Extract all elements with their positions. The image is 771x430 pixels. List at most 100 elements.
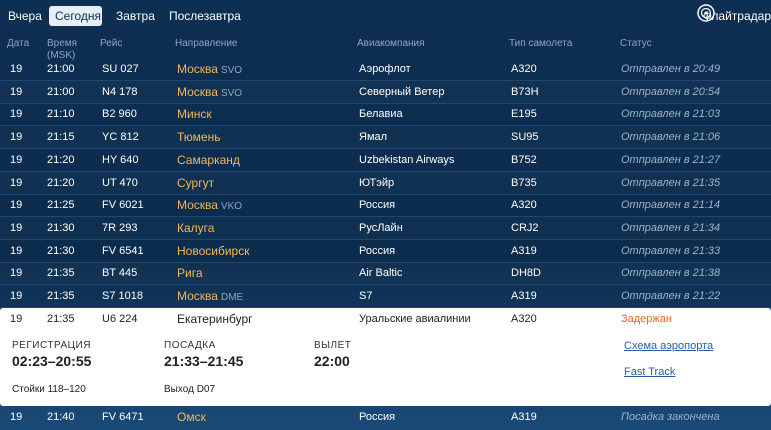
col-date: Дата	[7, 38, 30, 49]
flight-destination: Новосибирск	[177, 244, 249, 258]
flight-aircraft: A320	[511, 199, 537, 212]
tab-tomorrow[interactable]: Завтра	[110, 6, 161, 26]
flight-aircraft: A320	[511, 63, 537, 75]
flight-destination: Москва SVO	[177, 85, 243, 100]
flight-date: 19	[10, 267, 23, 280]
destination-city: Москва	[177, 198, 218, 213]
flight-date: 19	[10, 199, 23, 212]
flight-status: Отправлен в 21:34	[621, 221, 721, 234]
flight-airline: Россия	[359, 244, 396, 257]
table-row[interactable]: 19 21:15 YC 812 Тюмень Ямал SU95 Отправлен в 2…	[0, 126, 771, 150]
flight-date: 19	[10, 131, 23, 144]
flight-status: Отправлен в 21:06	[621, 131, 721, 144]
fast-track-link[interactable]: Fast Track	[624, 366, 675, 378]
flight-airline: ЮТэйр	[359, 176, 395, 189]
flight-status: Отправлен в 21:22	[621, 290, 721, 302]
expanded-flight-row[interactable]: 19 21:35 U6 224 Екатеринбург Уральские а…	[0, 308, 771, 406]
flight-aircraft: CRJ2	[511, 221, 539, 234]
flight-number: UT 470	[102, 176, 138, 189]
flight-destination: Рига	[177, 267, 203, 280]
flight-destination: Калуга	[177, 220, 215, 235]
flight-destination: Москва SVO	[177, 63, 242, 77]
col-airline: Авиакомпания	[357, 38, 425, 49]
destination-airport: SVO	[220, 87, 243, 99]
table-row[interactable]: 19 21:30 7R 293 Калуга РусЛайн CRJ2 Отправлен …	[0, 217, 771, 240]
flight-aircraft: E195	[511, 108, 537, 121]
col-status: Статус	[620, 38, 652, 49]
flight-number: S7 1018	[102, 290, 143, 302]
destination-city: Сургут	[177, 175, 215, 190]
flight-status: Отправлен в 20:49	[621, 63, 721, 75]
table-row[interactable]: 19 21:20 UT 470 Сургут ЮТэйр B735 Отправлен в …	[0, 172, 771, 195]
flight-number: U6 224	[102, 313, 138, 325]
flight-date: 19	[10, 244, 23, 257]
table-row[interactable]: 19 21:25 FV 6021 Москва VKO Россия A320 Отправл…	[0, 194, 771, 218]
flight-time: 21:15	[47, 131, 75, 144]
flight-number: SU 027	[102, 63, 139, 75]
flight-number: FV 6471	[102, 411, 144, 423]
flight-number: N4 178	[102, 85, 138, 98]
flight-time: 21:35	[47, 290, 75, 302]
flight-airline: Аэрофлот	[359, 63, 411, 75]
flight-status: Отправлен в 21:03	[621, 108, 721, 121]
table-row[interactable]: 19 21:10 B2 960 Минск Белавиа E195 Отправлен в…	[0, 103, 771, 127]
flight-aircraft: B752	[511, 153, 537, 166]
flight-status: Отправлен в 20:54	[621, 85, 721, 98]
flight-time: 21:25	[47, 199, 75, 212]
flight-airline: Северный Ветер	[359, 85, 445, 98]
flight-destination: Омск	[177, 410, 206, 424]
flight-aircraft: A319	[511, 244, 537, 257]
flight-destination: Москва DME	[177, 290, 243, 304]
table-row[interactable]: 19 21:00 N4 178 Москва SVO Северный Ветер B73H…	[0, 81, 771, 104]
flight-status: Отправлен в 21:14	[621, 199, 721, 212]
tab-day-after-tomorrow[interactable]: Послезавтра	[163, 6, 247, 26]
table-row[interactable]: 19 21:20 HY 640 Самарканд Uzbekistan Airways…	[0, 149, 771, 172]
tab-yesterday[interactable]: Вчера	[2, 6, 48, 26]
flight-airline: Россия	[359, 411, 396, 423]
flight-number: B2 960	[102, 108, 137, 121]
destination-airport: DME	[220, 292, 244, 303]
flight-aircraft: DH8D	[511, 267, 541, 280]
flight-number: YC 812	[102, 131, 139, 144]
table-row[interactable]: 19 21:35 BT 445 Рига Air Baltic DH8D Отправлен…	[0, 262, 771, 286]
table-row[interactable]: 19 21:35 S7 1018 Москва DME S7 A319 Отправлен в…	[0, 285, 771, 308]
flightradar-link[interactable]: Флайтрадар	[703, 6, 771, 26]
flight-time: 21:35	[47, 313, 75, 325]
flight-aircraft: B73H	[511, 85, 539, 98]
airport-map-link[interactable]: Схема аэропорта	[624, 340, 713, 352]
flight-airline: Белавиа	[359, 108, 403, 121]
flight-number: FV 6021	[102, 199, 144, 212]
flight-number: FV 6541	[102, 244, 144, 257]
flight-airline: Ямал	[359, 131, 388, 144]
boarding-value: 21:33–21:45	[164, 353, 244, 369]
table-row[interactable]: 19 21:00 SU 027 Москва SVO Аэрофлот A320 Отправ…	[0, 58, 771, 81]
destination-city: Калуга	[177, 220, 215, 235]
destination-airport: VKO	[220, 201, 243, 213]
flight-date: 19	[10, 290, 23, 302]
departure-label: ВЫЛЕТ	[314, 340, 352, 351]
flight-number: 7R 293	[102, 221, 138, 234]
flight-status: Отправлен в 21:38	[621, 267, 721, 280]
checkin-counters: Стойки 118–120	[12, 384, 86, 395]
boarding-gate: Выход D07	[164, 384, 216, 395]
flight-time: 21:30	[47, 244, 75, 257]
flight-status: Отправлен в 21:27	[621, 153, 721, 166]
table-row[interactable]: 19 21:40 FV 6471 Омск Россия A319 Посадк…	[0, 406, 771, 430]
col-flight: Рейс	[100, 38, 123, 49]
flight-date: 19	[10, 176, 23, 189]
flight-time: 21:40	[47, 411, 75, 423]
tab-today[interactable]: Сегодня	[49, 6, 102, 26]
flight-date: 19	[10, 313, 23, 325]
flight-time: 21:20	[47, 176, 75, 189]
destination-city: Минск	[177, 107, 212, 122]
flight-status: Задержан	[621, 313, 672, 325]
departure-value: 22:00	[314, 353, 350, 369]
flight-destination: Самарканд	[177, 153, 240, 167]
flight-status: Отправлен в 21:33	[621, 244, 721, 257]
flight-date: 19	[10, 85, 23, 98]
flight-aircraft: A320	[511, 313, 537, 325]
col-destination: Направление	[175, 38, 238, 49]
flight-destination: Екатеринбург	[177, 312, 253, 326]
table-row[interactable]: 19 21:30 FV 6541 Новосибирск Россия A319 Отпра…	[0, 240, 771, 263]
flight-destination: Минск	[177, 108, 212, 121]
